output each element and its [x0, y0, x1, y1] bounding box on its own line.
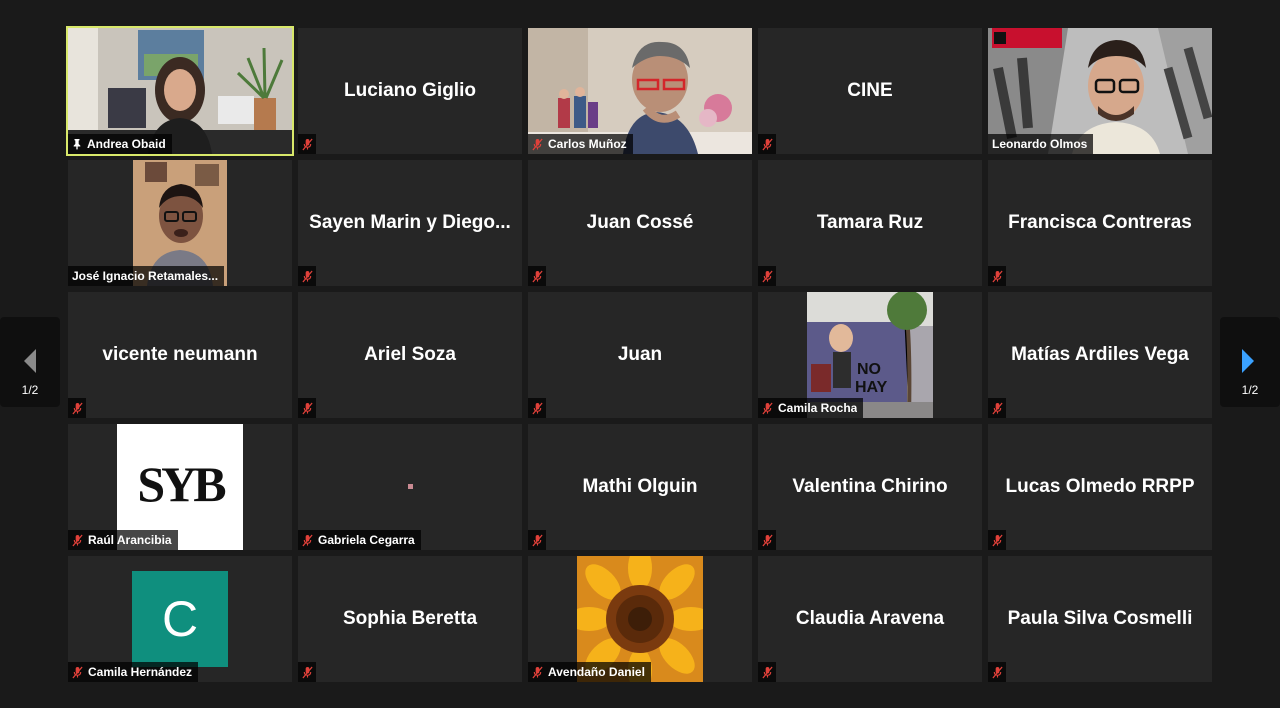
mic-muted-icon	[72, 534, 83, 547]
participant-name: Lucas Olmedo RRPP	[1005, 476, 1195, 497]
mic-muted-icon	[758, 662, 776, 682]
participant-name-label: Andrea Obaid	[68, 134, 172, 154]
mic-muted-icon	[988, 662, 1006, 682]
svg-text:NO: NO	[857, 361, 881, 378]
mic-muted-icon	[988, 530, 1006, 550]
participant-name: Ariel Soza	[364, 344, 456, 365]
page-indicator: 1/2	[1241, 383, 1259, 397]
video-grid: Andrea Obaid Luciano Giglio Carlos Muñoz…	[66, 26, 1212, 682]
participant-tile[interactable]: Avendaño Daniel	[528, 556, 752, 682]
participant-name: Matías Ardiles Vega	[1011, 344, 1189, 365]
participant-name-label: Camila Hernández	[68, 662, 199, 682]
participant-name: Mathi Olguin	[582, 476, 698, 497]
participant-tile[interactable]: Claudia Aravena	[758, 556, 982, 682]
mic-muted-icon	[528, 530, 546, 550]
previous-page-button[interactable]: 1/2	[0, 317, 60, 407]
mic-muted-icon	[302, 534, 313, 547]
participant-tile[interactable]: Francisca Contreras	[988, 160, 1212, 286]
chevron-right-icon	[1242, 349, 1254, 373]
participant-tile[interactable]: José Ignacio Retamales...	[68, 160, 292, 286]
mic-muted-icon	[532, 138, 543, 151]
mic-muted-icon	[532, 666, 543, 679]
mic-muted-icon	[528, 398, 546, 418]
participant-tile[interactable]: Carlos Muñoz	[528, 28, 752, 154]
mic-muted-icon	[762, 402, 773, 415]
participant-name: vicente neumann	[102, 344, 258, 365]
mic-muted-icon	[988, 398, 1006, 418]
mic-muted-icon	[988, 266, 1006, 286]
mic-muted-icon	[298, 266, 316, 286]
avatar: C	[132, 571, 228, 667]
participant-name: Francisca Contreras	[1008, 212, 1192, 233]
participant-name-label: Carlos Muñoz	[528, 134, 633, 154]
page-indicator: 1/2	[21, 383, 39, 397]
participant-name: Sophia Beretta	[342, 608, 478, 629]
participant-tile[interactable]: Tamara Ruz	[758, 160, 982, 286]
participant-tile[interactable]: Ariel Soza	[298, 292, 522, 418]
participant-tile[interactable]: Gabriela Cegarra	[298, 424, 522, 550]
mic-muted-icon	[528, 266, 546, 286]
mic-muted-icon	[758, 134, 776, 154]
participant-name: Valentina Chirino	[792, 476, 948, 497]
participant-name: CINE	[847, 80, 893, 101]
mic-muted-icon	[298, 134, 316, 154]
participant-tile[interactable]: Andrea Obaid	[66, 26, 294, 156]
participant-tile[interactable]: Valentina Chirino	[758, 424, 982, 550]
participant-name-label: Leonardo Olmos	[988, 134, 1094, 154]
mic-muted-icon	[298, 662, 316, 682]
participant-tile[interactable]: NO HAY Camila Rocha	[758, 292, 982, 418]
mic-muted-icon	[298, 398, 316, 418]
participant-name: Tamara Ruz	[816, 212, 924, 233]
participant-tile[interactable]: C Camila Hernández	[68, 556, 292, 682]
syb-logo: SYB	[137, 456, 226, 512]
chevron-left-icon	[24, 349, 36, 373]
participant-name: Claudia Aravena	[795, 608, 945, 629]
pin-icon	[72, 138, 82, 150]
participant-tile[interactable]: Luciano Giglio	[298, 28, 522, 154]
participant-tile[interactable]: Lucas Olmedo RRPP	[988, 424, 1212, 550]
participant-name-label: Avendaño Daniel	[528, 662, 651, 682]
participant-tile[interactable]: Sophia Beretta	[298, 556, 522, 682]
participant-tile[interactable]: Juan	[528, 292, 752, 418]
participant-name: Paula Silva Cosmelli	[1007, 608, 1193, 629]
participant-name-label: Camila Rocha	[758, 398, 864, 418]
participant-tile[interactable]: CINE	[758, 28, 982, 154]
participant-tile[interactable]: Mathi Olguin	[528, 424, 752, 550]
next-page-button[interactable]: 1/2	[1220, 317, 1280, 407]
mic-muted-icon	[72, 666, 83, 679]
participant-name: Luciano Giglio	[344, 80, 476, 101]
participant-tile[interactable]: Juan Cossé	[528, 160, 752, 286]
participant-name-label: José Ignacio Retamales...	[68, 266, 225, 286]
participant-name: Juan	[617, 344, 663, 365]
mic-muted-icon	[758, 266, 776, 286]
mic-muted-icon	[68, 398, 86, 418]
participant-name: Juan Cossé	[586, 212, 694, 233]
participant-tile[interactable]: Paula Silva Cosmelli	[988, 556, 1212, 682]
mic-muted-icon	[758, 530, 776, 550]
participant-tile[interactable]: Sayen Marin y Diego...	[298, 160, 522, 286]
participant-tile[interactable]: vicente neumann	[68, 292, 292, 418]
participant-tile[interactable]: Leonardo Olmos	[988, 28, 1212, 154]
participant-name-label: Gabriela Cegarra	[298, 530, 421, 550]
participant-tile[interactable]: Matías Ardiles Vega	[988, 292, 1212, 418]
participant-name-label: Raúl Arancibia	[68, 530, 178, 550]
svg-text:HAY: HAY	[855, 379, 888, 396]
participant-tile[interactable]: SYB Raúl Arancibia	[68, 424, 292, 550]
participant-name: Sayen Marin y Diego...	[309, 212, 511, 233]
profile-picture	[408, 484, 413, 489]
